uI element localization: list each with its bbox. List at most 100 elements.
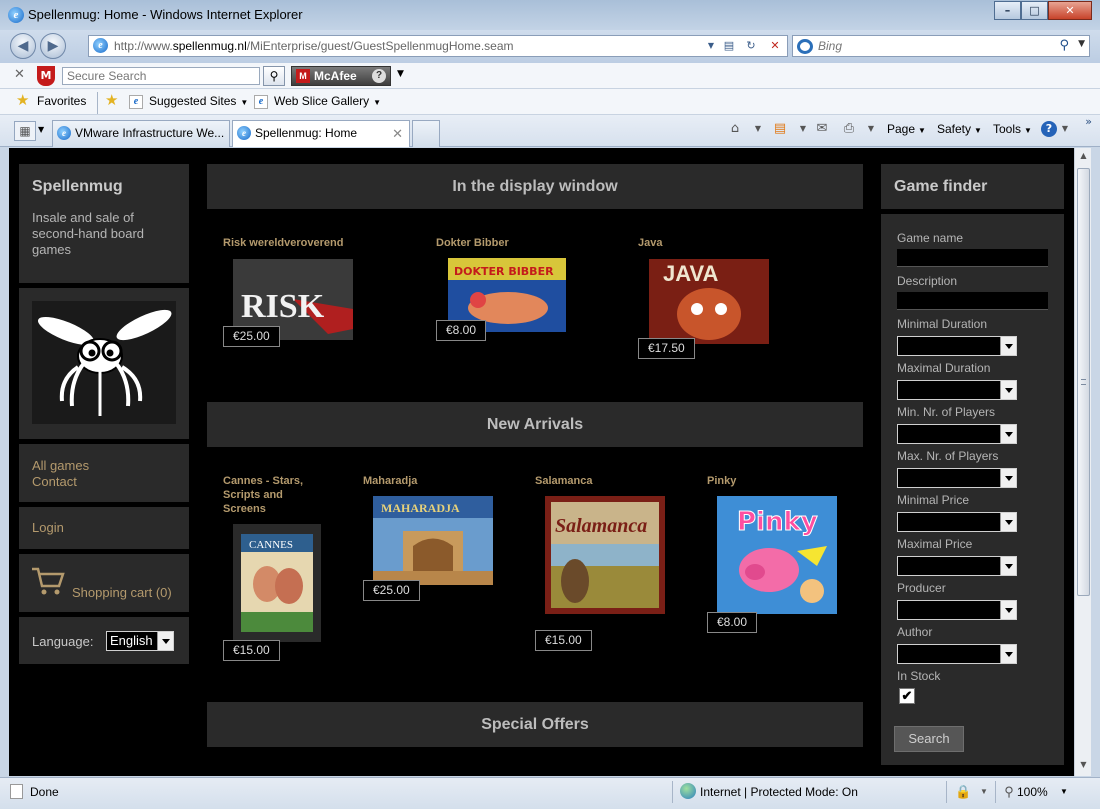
scroll-up-icon[interactable]: ▲: [1077, 151, 1090, 164]
print-icon[interactable]: ⎙: [841, 121, 857, 137]
mcafee-dropdown-icon[interactable]: ▼: [397, 69, 404, 79]
game-card-salamanca[interactable]: Salamanca Salamanca €15.00: [535, 474, 675, 651]
print-dropdown-icon[interactable]: ▼: [863, 121, 879, 137]
max-duration-select[interactable]: [897, 380, 1017, 400]
suggested-sites-link[interactable]: Suggested Sites ▼: [149, 94, 248, 108]
security-zone[interactable]: Internet | Protected Mode: On: [700, 785, 858, 799]
tab-vmware[interactable]: e VMware Infrastructure We...: [52, 120, 230, 147]
game-title-link[interactable]: Java: [638, 236, 733, 250]
vertical-scrollbar[interactable]: ▲ ▼: [1074, 148, 1091, 776]
url-dropdown-icon[interactable]: ▼: [701, 37, 721, 55]
scroll-thumb[interactable]: [1077, 168, 1090, 596]
author-select[interactable]: [897, 644, 1017, 664]
game-title-link[interactable]: Pinky: [707, 474, 802, 488]
game-art-title: DOKTER BIBBER: [454, 265, 554, 278]
game-image[interactable]: Pinky: [717, 496, 837, 614]
shopping-cart-link[interactable]: Shopping cart (0): [72, 585, 172, 600]
game-art-title: JAVA: [663, 261, 719, 286]
forward-button[interactable]: ▶: [40, 33, 66, 59]
address-bar: ◀ ▶ e http://www.spellenmug.nl/MiEnterpr…: [0, 30, 1100, 63]
quick-tabs-icon[interactable]: ▦: [14, 121, 36, 141]
tab-list-dropdown-icon[interactable]: ▼: [38, 125, 44, 134]
safety-menu[interactable]: Safety ▼: [937, 122, 982, 136]
min-duration-select[interactable]: [897, 336, 1017, 356]
close-tab-icon[interactable]: ✕: [392, 121, 403, 146]
scroll-down-icon[interactable]: ▼: [1077, 760, 1090, 773]
game-card-maharadja[interactable]: Maharadja MAHARADJA €25.00: [363, 474, 503, 624]
help-dropdown-icon[interactable]: ▼: [1057, 121, 1073, 137]
game-card-cannes[interactable]: Cannes - Stars, Scripts and Screens CANN…: [223, 474, 333, 664]
shopping-cart-icon[interactable]: [31, 566, 65, 596]
in-stock-checkbox[interactable]: ✔: [899, 688, 915, 704]
secure-search-go-icon[interactable]: ⚲: [263, 66, 285, 86]
back-button[interactable]: ◀: [10, 33, 36, 59]
search-icon[interactable]: ⚲: [1059, 38, 1069, 53]
bing-search-field[interactable]: Bing ⚲ ▼: [792, 35, 1090, 57]
game-image[interactable]: CANNES: [233, 524, 321, 642]
zoom-dropdown-icon[interactable]: ▼: [1060, 787, 1068, 796]
tools-menu[interactable]: Tools ▼: [993, 122, 1032, 136]
favorites-button[interactable]: Favorites: [37, 94, 86, 108]
max-players-select[interactable]: [897, 468, 1017, 488]
game-title-link[interactable]: Cannes - Stars, Scripts and Screens: [223, 474, 318, 516]
game-card-dokter-bibber[interactable]: Dokter Bibber DOKTER BIBBER €8.00: [436, 236, 576, 366]
game-card-pinky[interactable]: Pinky Pinky €8.00: [707, 474, 847, 644]
game-name-input[interactable]: [897, 249, 1048, 267]
zoom-icon[interactable]: ⚲: [1001, 784, 1017, 800]
min-price-select[interactable]: [897, 512, 1017, 532]
search-button[interactable]: Search: [894, 726, 964, 752]
mosquito-logo[interactable]: [32, 301, 176, 424]
game-box-art: CANNES: [233, 524, 321, 642]
price-tag: €25.00: [363, 580, 420, 601]
add-favorite-icon[interactable]: ★: [105, 91, 118, 109]
maximize-button[interactable]: □: [1021, 1, 1048, 20]
game-title-link[interactable]: Salamanca: [535, 474, 630, 488]
feeds-icon[interactable]: ▤: [772, 121, 788, 137]
search-dropdown-icon[interactable]: ▼: [1078, 39, 1085, 49]
refresh-icon[interactable]: ↻: [741, 37, 761, 55]
zoom-level[interactable]: 100%: [1017, 785, 1048, 799]
feeds-dropdown-icon[interactable]: ▼: [795, 121, 811, 137]
url-prefix: http://www.: [114, 39, 173, 53]
help-menu-icon[interactable]: ?: [1041, 121, 1057, 137]
title-bar: e Spellenmug: Home - Windows Internet Ex…: [0, 0, 1100, 30]
min-players-select[interactable]: [897, 424, 1017, 444]
max-price-select[interactable]: [897, 556, 1017, 576]
language-select[interactable]: English: [106, 631, 174, 651]
more-commands-icon[interactable]: »: [1085, 115, 1092, 128]
lock-icon[interactable]: 🔒: [955, 784, 971, 800]
game-title-link[interactable]: Risk wereldveroverend: [223, 236, 363, 250]
close-toolbar-icon[interactable]: ✕: [14, 67, 25, 82]
game-image[interactable]: MAHARADJA: [373, 496, 493, 585]
tab-spellenmug[interactable]: e Spellenmug: Home ✕: [232, 120, 410, 147]
game-title-link[interactable]: Dokter Bibber: [436, 236, 576, 250]
contact-link[interactable]: Contact: [32, 474, 176, 490]
secure-search-input[interactable]: Secure Search: [62, 67, 260, 85]
stop-icon[interactable]: ✕: [765, 37, 785, 55]
minimize-button[interactable]: –: [994, 1, 1021, 20]
url-field[interactable]: e http://www.spellenmug.nl/MiEnterprise/…: [88, 35, 788, 57]
game-image[interactable]: JAVA: [649, 259, 769, 344]
compatibility-view-icon[interactable]: ▤: [719, 37, 739, 55]
producer-select[interactable]: [897, 600, 1017, 620]
login-link[interactable]: Login: [32, 520, 64, 535]
web-slice-gallery-link[interactable]: Web Slice Gallery ▼: [274, 94, 381, 108]
close-button[interactable]: ✕: [1048, 1, 1092, 20]
game-card-java[interactable]: Java JAVA €17.50: [638, 236, 778, 366]
mail-icon[interactable]: ✉: [814, 121, 830, 137]
all-games-link[interactable]: All games: [32, 458, 176, 474]
new-tab-button[interactable]: [412, 120, 440, 147]
home-dropdown-icon[interactable]: ▼: [750, 121, 766, 137]
game-image[interactable]: Salamanca: [545, 496, 665, 614]
window-title: Spellenmug: Home - Windows Internet Expl…: [28, 7, 303, 22]
help-icon[interactable]: ?: [372, 69, 386, 83]
lock-dropdown-icon[interactable]: ▼: [976, 784, 992, 800]
page-menu[interactable]: Page ▼: [887, 122, 926, 136]
game-art-title: CANNES: [249, 539, 293, 551]
description-input[interactable]: [897, 292, 1048, 310]
home-icon[interactable]: ⌂: [727, 121, 743, 137]
mcafee-button[interactable]: M McAfee ?: [291, 66, 391, 86]
game-box-art: Pinky: [717, 496, 837, 614]
game-card-risk[interactable]: Risk wereldveroverend RISK €25.00: [223, 236, 363, 366]
game-title-link[interactable]: Maharadja: [363, 474, 458, 488]
